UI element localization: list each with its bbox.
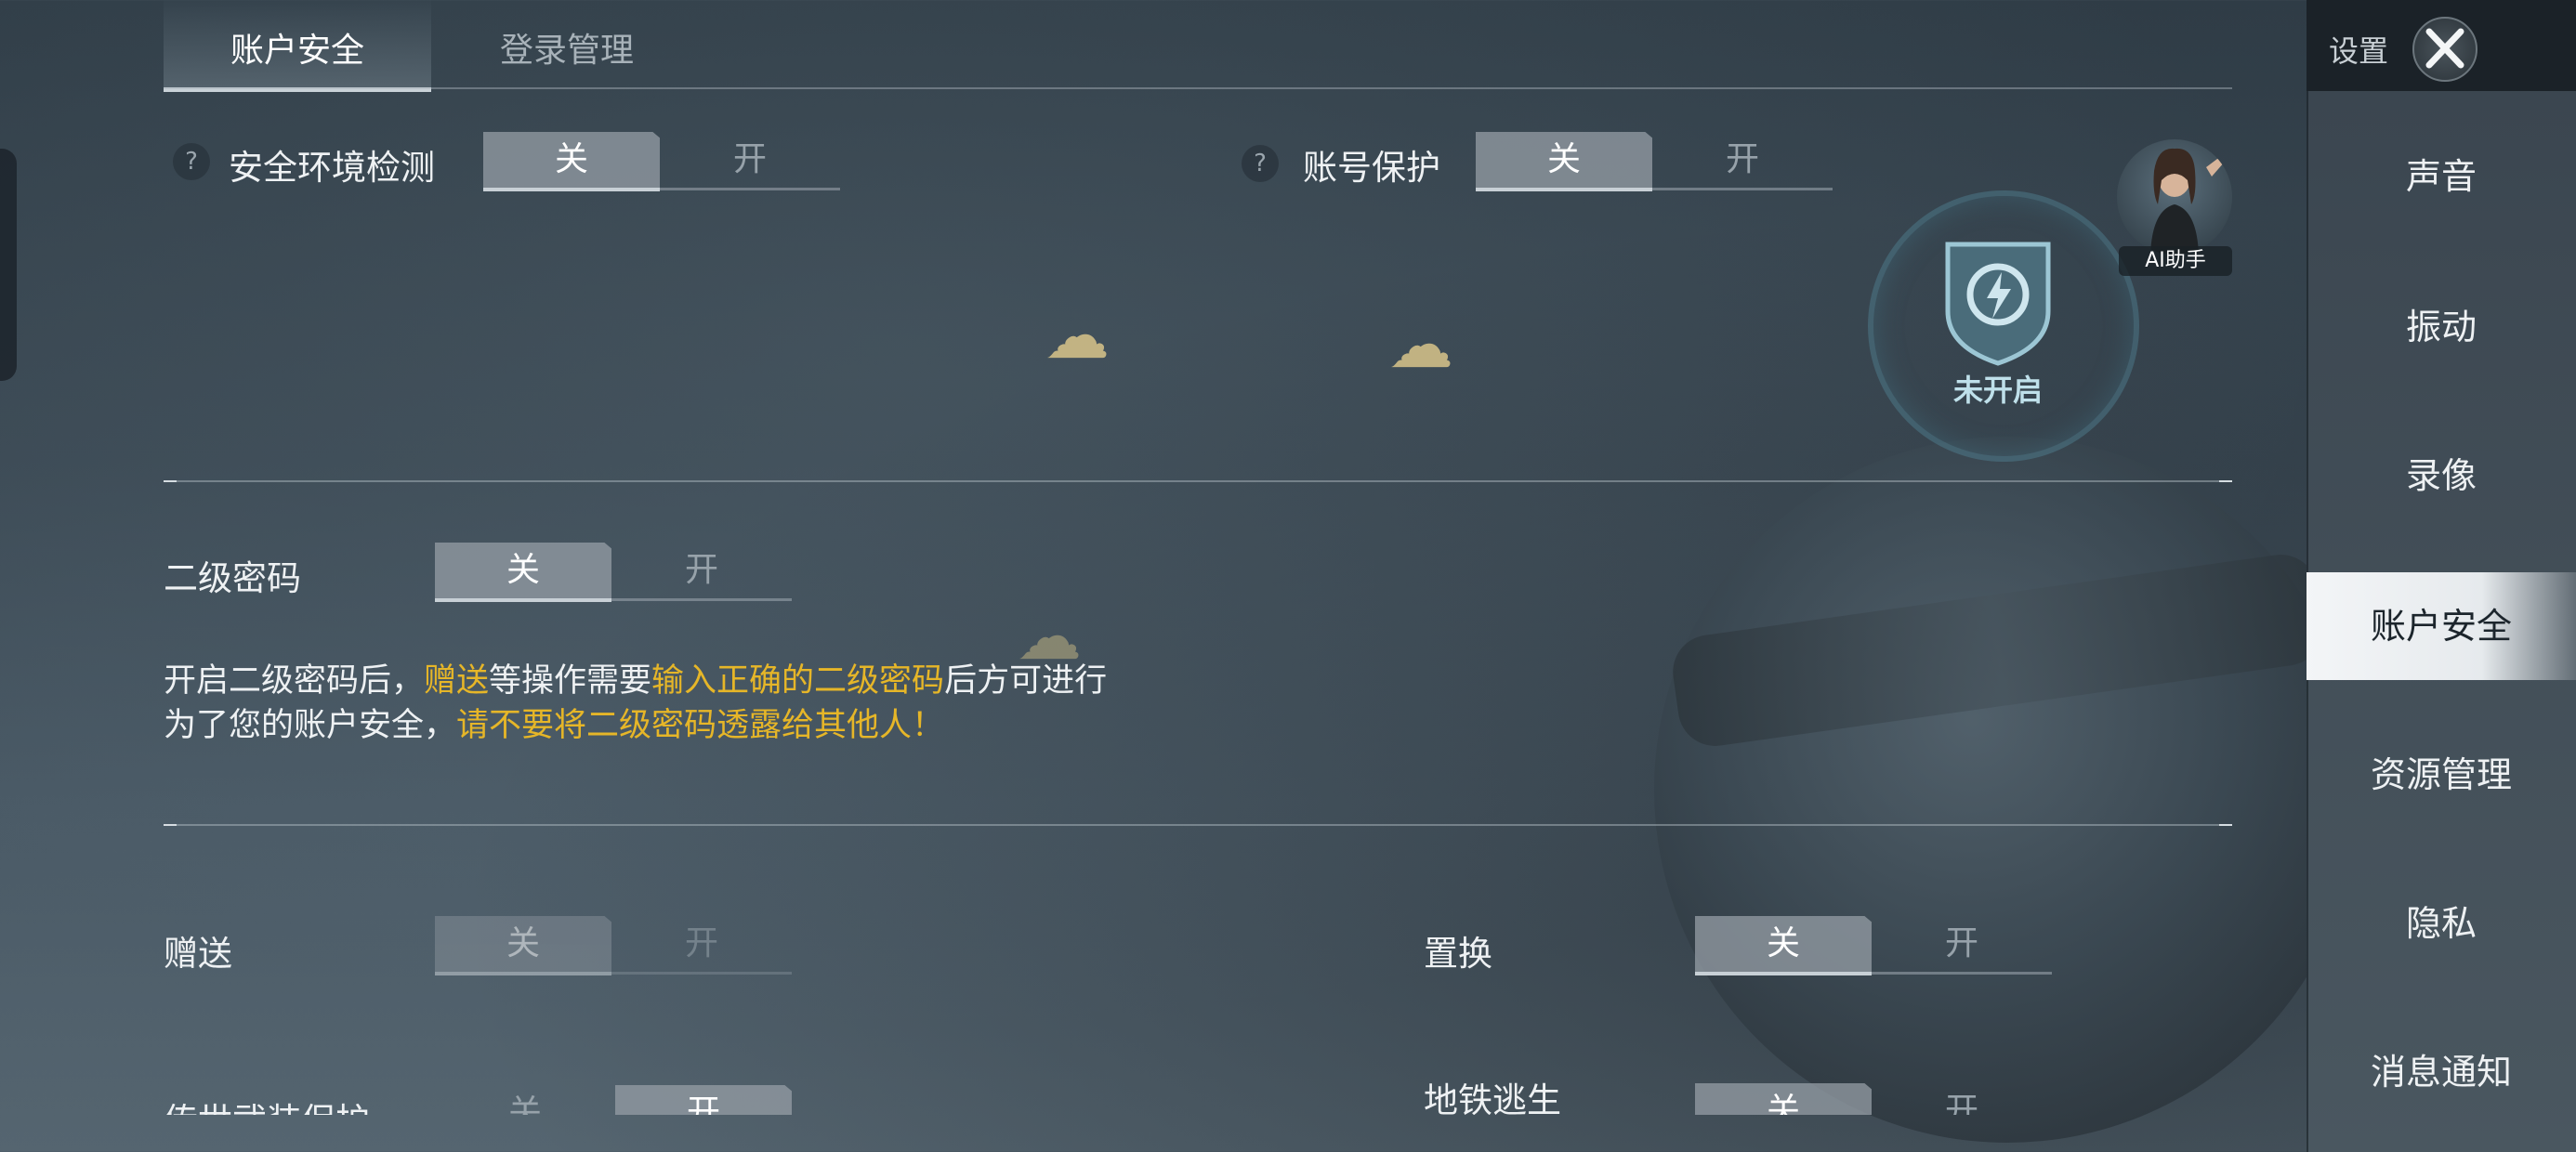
gift-toggle[interactable]: 关 开 [435,916,792,975]
replace-toggle[interactable]: 关 开 [1695,916,2052,975]
settings-title: 设置 [2329,33,2389,69]
help-icon[interactable]: ? [173,143,210,180]
second-password-desc-line1: 开启二级密码后，赠送等操作需要输入正确的二级密码后方可进行 [164,662,1108,700]
toggle-off-option[interactable]: 关 [435,916,611,975]
account-protect-label: 账号保护 [1303,148,1440,188]
cloud-decoration-icon: ☁ [1388,307,1453,383]
shield-status-text: 未开启 [1952,373,2043,408]
metro-escape-toggle[interactable]: 关 开 [1695,1083,2052,1115]
toggle-on-option[interactable]: 开 [611,543,792,601]
toggle-on-option[interactable]: 开 [1872,916,2052,975]
sidebar-item-notifications[interactable]: 消息通知 [2307,1018,2576,1126]
section-divider [164,480,2232,482]
security-env-label: 安全环境检测 [229,148,435,188]
tab-underline [164,87,2232,89]
toggle-on-option[interactable]: 开 [615,1085,792,1115]
second-password-desc-line2: 为了您的账户安全，请不要将二级密码透露给其他人！ [164,707,945,744]
clipped-row-container: 传世武装保护 关 开 地铁逃生 关 开 [0,1041,2307,1115]
section-divider [164,824,2232,826]
tab-account-security[interactable]: 账户安全 [164,0,431,92]
close-icon [2425,28,2464,69]
second-password-label: 二级密码 [164,558,301,598]
second-password-toggle[interactable]: 关 开 [435,543,792,602]
toggle-off-option[interactable]: 关 [1695,1083,1872,1115]
toggle-on-option[interactable]: 开 [660,132,840,190]
security-env-toggle[interactable]: 关 开 [483,132,840,191]
ai-assistant-label[interactable]: AI助手 [2119,246,2232,276]
toggle-off-option[interactable]: 关 [1695,916,1872,975]
ai-assistant-avatar[interactable] [2117,139,2232,255]
toggle-off-option[interactable]: 关 [435,543,611,602]
toggle-off-option[interactable]: 关 [435,1085,615,1115]
metro-escape-label: 地铁逃生 [1424,1080,1561,1115]
tab-login-management[interactable]: 登录管理 [455,0,678,87]
toggle-on-option[interactable]: 开 [1652,132,1833,190]
toggle-on-option[interactable]: 开 [611,916,792,975]
sidebar-item-sound[interactable]: 声音 [2307,123,2576,230]
gift-label: 赠送 [164,934,232,974]
sidebar-item-recording[interactable]: 录像 [2307,422,2576,530]
toggle-off-option[interactable]: 关 [1476,132,1652,191]
sidebar-item-privacy[interactable]: 隐私 [2307,870,2576,977]
assistant-figure-icon [2150,148,2225,255]
help-icon[interactable]: ? [1242,145,1279,182]
legendary-protect-toggle[interactable]: 关 开 [435,1085,792,1115]
helmet-artwork [1654,437,2360,1143]
toggle-on-option[interactable]: 开 [1872,1083,2052,1115]
toggle-off-option[interactable]: 关 [483,132,660,191]
left-edge-handle[interactable] [0,149,17,381]
cloud-decoration-icon: ☁ [1045,297,1110,373]
sidebar-item-resource-management[interactable]: 资源管理 [2307,721,2576,829]
sidebar-item-account-security[interactable]: 账户安全 [2307,572,2576,680]
legendary-protect-label: 传世武装保护 [164,1093,370,1115]
account-protect-toggle[interactable]: 关 开 [1476,132,1833,191]
sidebar-item-vibration[interactable]: 振动 [2307,273,2576,381]
close-button[interactable] [2412,17,2477,82]
replace-label: 置换 [1424,934,1492,974]
shield-lightning-icon[interactable] [1942,237,2054,367]
